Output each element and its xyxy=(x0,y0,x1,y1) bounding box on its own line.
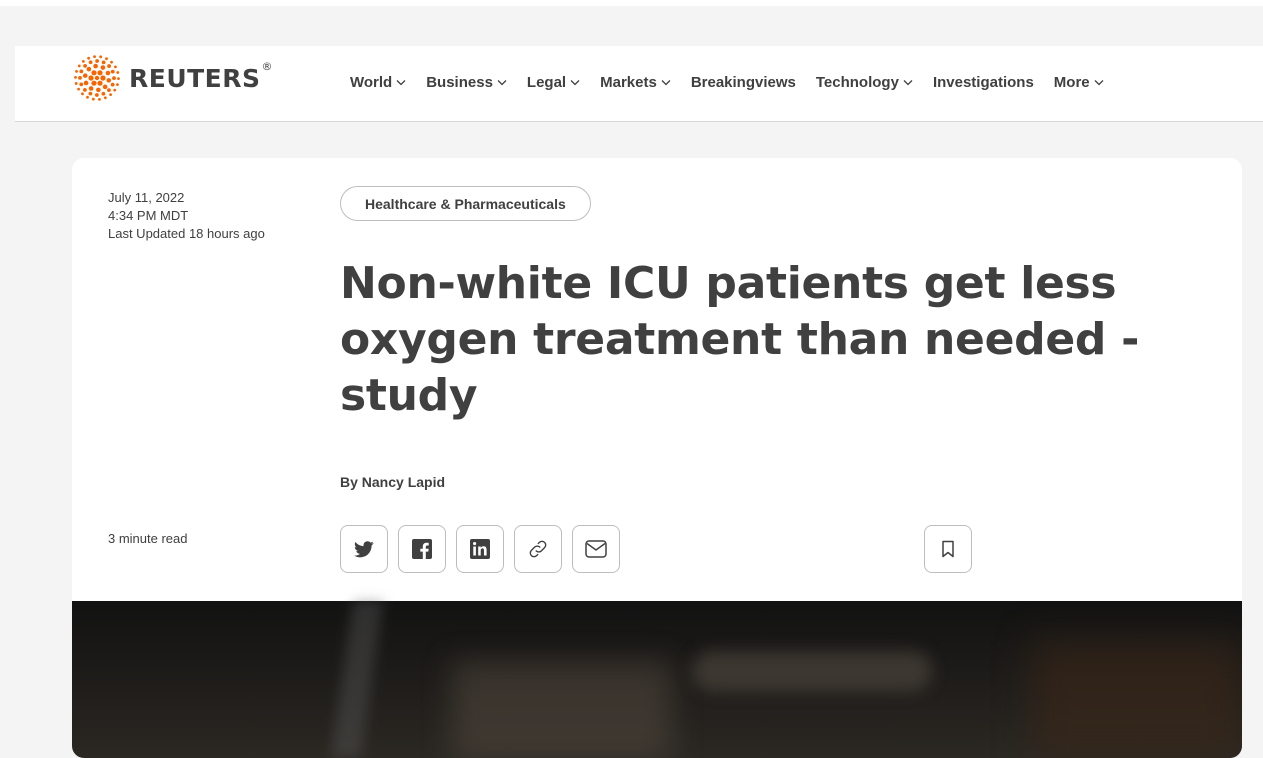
logo-dot xyxy=(100,65,106,70)
logo-dot xyxy=(97,70,103,76)
share-email-button[interactable] xyxy=(572,525,620,573)
logo-dot xyxy=(77,87,80,91)
nav-item-world[interactable]: World xyxy=(350,74,406,91)
logo-dot xyxy=(81,59,85,63)
logo-dot xyxy=(82,88,87,92)
nav-item-markets[interactable]: Markets xyxy=(600,74,671,91)
logo-dot xyxy=(97,80,103,86)
nav-item-investigations[interactable]: Investigations xyxy=(933,74,1034,91)
logo-dot xyxy=(99,55,103,59)
chevron-down-icon xyxy=(396,80,406,86)
logo-dot xyxy=(95,59,100,63)
logo-dot xyxy=(91,97,95,101)
logo-dot xyxy=(86,95,89,99)
logo-dot xyxy=(100,75,106,81)
share-twitter-button[interactable] xyxy=(340,525,388,573)
twitter-icon xyxy=(354,540,374,557)
article-headline: Non-white ICU patients get less oxygen t… xyxy=(340,258,1140,421)
logo-dot xyxy=(107,64,112,68)
reuters-logo[interactable]: REUTERS® xyxy=(73,55,274,101)
logo-dot xyxy=(87,56,91,60)
logo-dot xyxy=(96,87,101,93)
logo-dot xyxy=(110,60,113,64)
logo-dot xyxy=(101,60,106,65)
nav-item-more[interactable]: More xyxy=(1054,74,1104,91)
logo-dot xyxy=(98,97,101,101)
logo-dot xyxy=(93,55,96,59)
site-header: REUTERS® World Business Legal Markets Br… xyxy=(15,46,1263,122)
logo-dot xyxy=(77,64,81,68)
logo-dot xyxy=(103,96,107,100)
chevron-down-icon xyxy=(497,80,507,86)
logo-dot xyxy=(114,65,117,69)
share-linkedin-button[interactable] xyxy=(456,525,504,573)
chevron-down-icon xyxy=(903,80,913,86)
logo-dot xyxy=(105,70,111,76)
publish-time: 4:34 PM MDT xyxy=(108,208,189,223)
share-facebook-button[interactable] xyxy=(398,525,446,573)
chevron-down-icon xyxy=(570,80,580,86)
article-lead-image xyxy=(72,601,1242,758)
logo-dot xyxy=(86,66,92,72)
bookmark-icon xyxy=(942,540,954,558)
byline[interactable]: By Nancy Lapid xyxy=(340,474,445,490)
article-meta: July 11, 2022 4:34 PM MDT Last Updated 1… xyxy=(108,189,265,243)
logo-dot xyxy=(110,69,115,74)
logo-dot xyxy=(74,75,77,79)
logo-dot xyxy=(83,80,89,86)
logo-dot xyxy=(94,93,99,97)
nav-item-business[interactable]: Business xyxy=(426,74,507,91)
logo-dot xyxy=(81,92,84,96)
last-updated: Last Updated 18 hours ago xyxy=(108,226,265,241)
logo-dot xyxy=(74,82,78,85)
logo-dot xyxy=(109,93,113,97)
main-nav: World Business Legal Markets Breakingvie… xyxy=(350,74,1124,91)
logo-dot xyxy=(79,69,84,74)
logo-dot xyxy=(88,91,93,96)
logo-dot xyxy=(105,57,108,61)
logo-dot xyxy=(75,69,78,73)
logo-dot xyxy=(79,82,84,87)
email-icon xyxy=(585,540,607,558)
link-icon xyxy=(529,540,547,558)
linkedin-icon xyxy=(470,539,490,559)
logo-dot xyxy=(91,80,97,86)
logo-dot xyxy=(88,86,94,91)
logo-dot xyxy=(93,63,98,69)
logo-dot xyxy=(88,60,93,65)
copy-link-button[interactable] xyxy=(514,525,562,573)
category-tag[interactable]: Healthcare & Pharmaceuticals xyxy=(340,186,591,221)
chevron-down-icon xyxy=(1094,80,1104,86)
chevron-down-icon xyxy=(661,80,671,86)
logo-dot xyxy=(106,78,112,83)
logo-dot xyxy=(88,75,94,81)
share-bar xyxy=(340,525,630,573)
publish-date: July 11, 2022 xyxy=(108,190,185,205)
reuters-logo-icon xyxy=(74,55,120,101)
facebook-icon xyxy=(412,539,432,559)
logo-dot xyxy=(117,77,120,81)
top-strip xyxy=(0,0,1263,6)
logo-dot xyxy=(116,83,119,87)
logo-dot xyxy=(113,88,117,92)
logo-dot xyxy=(110,82,115,87)
read-time: 3 minute read xyxy=(108,531,188,546)
nav-item-legal[interactable]: Legal xyxy=(527,74,580,91)
article-card: July 11, 2022 4:34 PM MDT Last Updated 1… xyxy=(72,158,1242,758)
logo-dot xyxy=(82,73,88,78)
logo-dot xyxy=(107,88,111,93)
logo-dot xyxy=(101,91,106,96)
bookmark-area xyxy=(924,525,982,573)
logo-dot xyxy=(116,71,120,74)
nav-item-breakingviews[interactable]: Breakingviews xyxy=(691,74,796,91)
nav-item-technology[interactable]: Technology xyxy=(816,74,913,91)
logo-dot xyxy=(94,75,100,81)
logo-dot xyxy=(102,84,108,90)
brand-name: REUTERS® xyxy=(129,59,274,93)
logo-dot xyxy=(83,63,87,68)
logo-dot xyxy=(91,70,97,76)
bookmark-button[interactable] xyxy=(924,525,972,573)
logo-dot xyxy=(112,76,116,81)
logo-dot xyxy=(78,75,82,80)
